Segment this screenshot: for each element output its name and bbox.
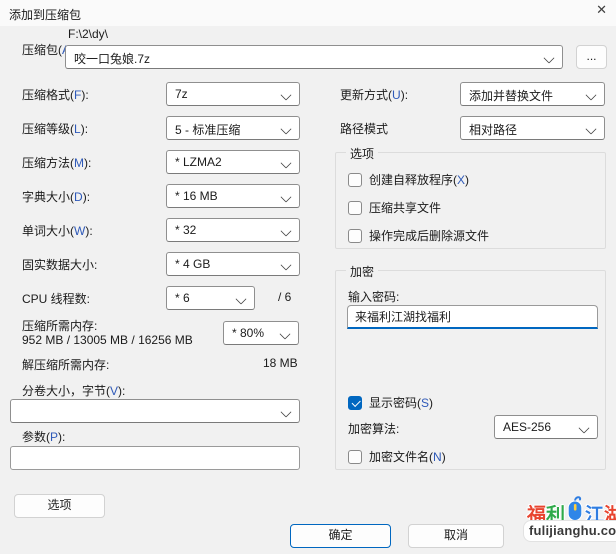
checkbox-icon[interactable] [348, 201, 362, 215]
chevron-down-icon [585, 89, 596, 100]
decompress-memory-value: 18 MB [263, 356, 298, 370]
window-title: 添加到压缩包 [9, 6, 81, 23]
checkbox-icon[interactable] [348, 450, 362, 464]
titlebar: 添加到压缩包 ✕ [0, 0, 616, 26]
watermark-domain: fulijianghu.com [523, 520, 616, 542]
encryption-method-select[interactable]: AES-256 [494, 415, 598, 439]
chevron-down-icon [280, 225, 291, 236]
chevron-down-icon [280, 89, 291, 100]
checkbox-icon[interactable] [348, 173, 362, 187]
archive-path: F:\2\dy\ [68, 27, 108, 41]
update-mode-select[interactable]: 添加并替换文件 [460, 82, 605, 106]
show-password-checkbox[interactable]: 显示密码(S) [348, 394, 433, 411]
encrypt-names-label: 加密文件名(N) [369, 448, 446, 465]
password-label: 输入密码: [348, 288, 399, 305]
dictionary-size-select[interactable]: * 16 MB [166, 184, 300, 208]
volume-size-label: 分卷大小，字节(V): [22, 382, 125, 399]
show-password-label: 显示密码(S) [369, 394, 433, 411]
path-mode-label: 路径模式 [340, 120, 388, 137]
checkbox-icon[interactable] [348, 229, 362, 243]
chevron-down-icon [585, 123, 596, 134]
encryption-method-label: 加密算法: [348, 420, 399, 437]
memory-percent-select[interactable]: * 80% [223, 321, 299, 345]
cpu-threads-label: CPU 线程数: [22, 290, 90, 307]
compress-memory-value: 952 MB / 13005 MB / 16256 MB [22, 333, 193, 347]
word-size-select[interactable]: * 32 [166, 218, 300, 242]
ok-button[interactable]: 确定 [290, 524, 391, 548]
chevron-down-icon [543, 52, 554, 63]
compress-shared-checkbox[interactable]: 压缩共享文件 [348, 199, 441, 216]
chevron-down-icon [235, 293, 246, 304]
volume-size-combobox[interactable] [10, 399, 300, 423]
chevron-down-icon [280, 157, 291, 168]
update-mode-label: 更新方式(U): [340, 86, 408, 103]
add-to-archive-dialog: 添加到压缩包 ✕ 压缩包(A) F:\2\dy\ 咬一口兔娘.7z ... 压缩… [0, 0, 616, 554]
archive-name-value: 咬一口兔娘.7z [74, 50, 150, 67]
password-input[interactable] [347, 305, 598, 329]
compress-memory-label: 压缩所需内存: [22, 317, 97, 334]
options-button[interactable]: 选项 [14, 494, 105, 518]
create-sfx-label: 创建自释放程序(X) [369, 171, 469, 188]
create-sfx-checkbox[interactable]: 创建自释放程序(X) [348, 171, 469, 188]
archive-name-combobox[interactable]: 咬一口兔娘.7z [65, 45, 563, 69]
solid-block-size-select[interactable]: * 4 GB [166, 252, 300, 276]
delete-after-label: 操作完成后删除源文件 [369, 227, 489, 244]
path-mode-select[interactable]: 相对路径 [460, 116, 605, 140]
chevron-down-icon [578, 422, 589, 433]
browse-button[interactable]: ... [576, 45, 607, 69]
options-group-title: 选项 [346, 145, 378, 162]
checkbox-icon[interactable] [348, 396, 362, 410]
delete-after-checkbox[interactable]: 操作完成后删除源文件 [348, 227, 489, 244]
level-label: 压缩等级(L): [22, 120, 88, 137]
solid-block-label: 固实数据大小: [22, 256, 97, 273]
parameters-input[interactable] [10, 446, 300, 470]
chevron-down-icon [279, 328, 290, 339]
chevron-down-icon [280, 123, 291, 134]
chevron-down-icon [280, 406, 291, 417]
word-size-label: 单词大小(W): [22, 222, 93, 239]
compress-shared-label: 压缩共享文件 [369, 199, 441, 216]
compression-method-select[interactable]: * LZMA2 [166, 150, 300, 174]
parameters-label: 参数(P): [22, 428, 65, 445]
decompress-memory-label: 解压缩所需内存: [22, 356, 109, 373]
cpu-threads-total: / 6 [278, 290, 291, 304]
encryption-group-title: 加密 [346, 263, 378, 280]
method-label: 压缩方法(M): [22, 154, 91, 171]
compression-level-select[interactable]: 5 - 标准压缩 [166, 116, 300, 140]
dictionary-label: 字典大小(D): [22, 188, 90, 205]
encrypt-names-checkbox[interactable]: 加密文件名(N) [348, 448, 446, 465]
cancel-button[interactable]: 取消 [408, 524, 504, 548]
chevron-down-icon [280, 191, 291, 202]
close-icon[interactable]: ✕ [596, 2, 607, 18]
format-label: 压缩格式(F): [22, 86, 89, 103]
chevron-down-icon [280, 259, 291, 270]
compression-format-select[interactable]: 7z [166, 82, 300, 106]
cpu-threads-select[interactable]: * 6 [166, 286, 255, 310]
